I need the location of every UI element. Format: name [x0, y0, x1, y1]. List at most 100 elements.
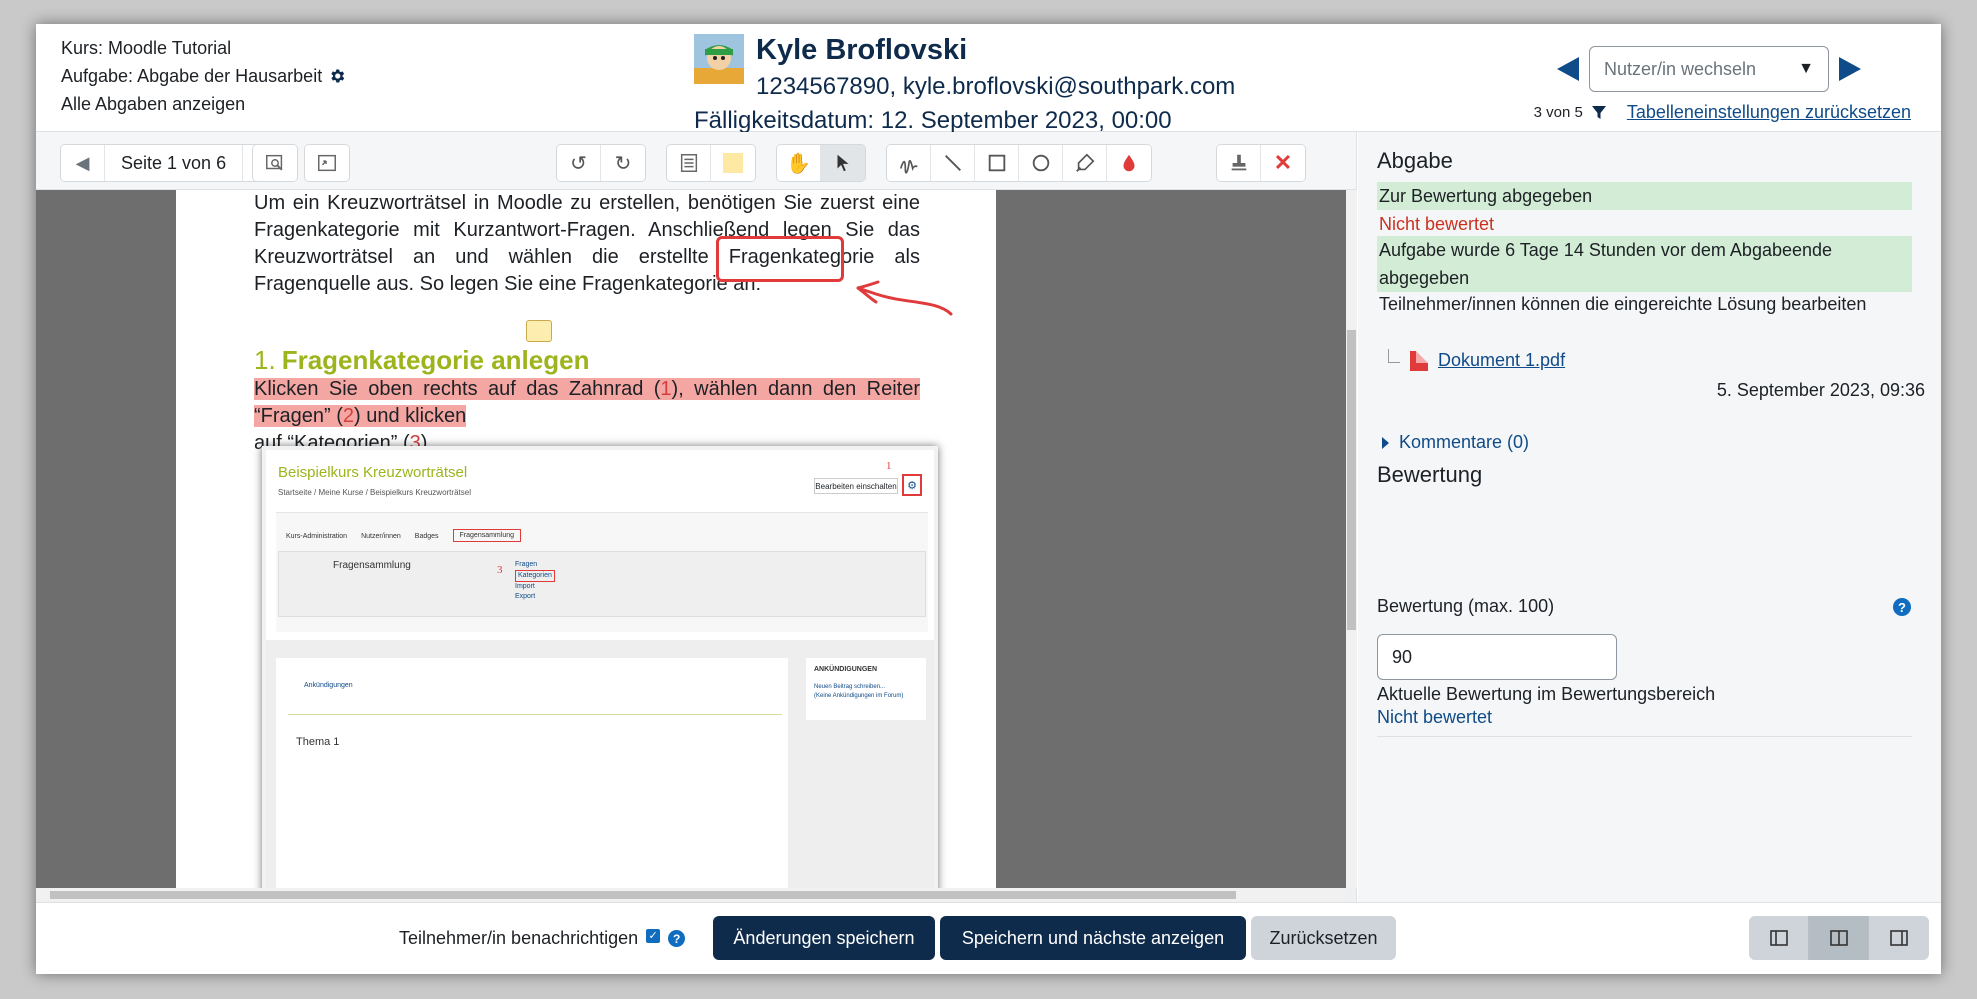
- select-button[interactable]: [821, 145, 865, 181]
- assignment-link[interactable]: Aufgabe: Abgabe der Hausarbeit: [61, 62, 322, 90]
- annotation-toolbar: ◀ Seite 1 von 6 ▶ ↺ ↻: [36, 132, 1356, 190]
- pdf-canvas[interactable]: Um ein Kreuzworträtsel in Moodle zu erst…: [36, 190, 1346, 888]
- help-icon[interactable]: ?: [668, 930, 686, 947]
- screenshot-thema: Thema 1: [296, 736, 340, 748]
- delete-annotation-button[interactable]: ✕: [1261, 145, 1305, 181]
- annotation-rectangle[interactable]: [716, 236, 844, 282]
- screenshot-fragensammlung: Fragensammlung: [333, 560, 411, 571]
- screenshot-side-line: Neuen Beitrag schreiben...: [814, 684, 886, 690]
- course-link[interactable]: Kurs: Moodle Tutorial: [61, 34, 231, 62]
- vertical-scrollbar[interactable]: [1346, 190, 1357, 888]
- oval-icon: [1032, 154, 1049, 172]
- user-switch-select[interactable]: Nutzer/in wechseln ▼: [1589, 46, 1829, 92]
- comments-toggle[interactable]: Kommentare (0): [1382, 432, 1529, 453]
- horizontal-scroll-thumb[interactable]: [50, 891, 1236, 899]
- previous-user-icon[interactable]: [1557, 57, 1579, 81]
- step-number: 1: [660, 378, 672, 400]
- text-part: Klicken Sie oben rechts auf das Zahnrad …: [254, 378, 661, 400]
- caret-down-icon: ▼: [1798, 60, 1814, 77]
- grade-input[interactable]: [1377, 634, 1617, 680]
- line-button[interactable]: [931, 145, 975, 181]
- table-settings-row: 3 von 5 Tabelleneinstellungen zurücksetz…: [1534, 102, 1911, 123]
- screenshot-link-selected: Kategorien: [515, 570, 555, 582]
- submitted-file-link[interactable]: Dokument 1.pdf: [1438, 350, 1565, 371]
- screenshot-side-text: Neuen Beitrag schreiben... (Keine Ankünd…: [814, 683, 918, 701]
- comment-annotation-icon[interactable]: [526, 320, 552, 342]
- gear-icon[interactable]: [328, 67, 346, 85]
- oval-button[interactable]: [1019, 145, 1063, 181]
- filter-icon[interactable]: [1591, 105, 1607, 121]
- rotate-left-button[interactable]: ↺: [557, 145, 601, 181]
- expand-comments-button[interactable]: [305, 145, 349, 181]
- layout-toggle-group: [1749, 916, 1929, 960]
- line-icon: [944, 155, 961, 171]
- highlight-button[interactable]: [1063, 145, 1107, 181]
- rotate-left-icon: ↺: [570, 152, 587, 175]
- rectangle-button[interactable]: [975, 145, 1019, 181]
- current-grade-label: Aktuelle Bewertung im Bewertungsbereich: [1377, 684, 1716, 704]
- screenshot-divider: [288, 714, 782, 715]
- help-icon[interactable]: ?: [1893, 598, 1911, 616]
- user-name[interactable]: Kyle Broflovski: [756, 34, 967, 67]
- screenshot-tab: Nutzer/innen: [361, 533, 401, 540]
- search-comments-button[interactable]: [253, 145, 297, 181]
- highlighted-text[interactable]: Klicken Sie oben rechts auf das Zahnrad …: [254, 378, 920, 427]
- user-contact: 1234567890, kyle.broflovski@southpark.co…: [756, 73, 1236, 100]
- save-changes-button[interactable]: Änderungen speichern: [713, 916, 935, 960]
- screenshot-tab: Badges: [414, 533, 439, 540]
- rotate-right-button[interactable]: ↻: [601, 145, 645, 181]
- submitted-file: Dokument 1.pdf: [1388, 348, 1565, 371]
- stamp-icon: [1231, 154, 1246, 171]
- horizontal-scrollbar[interactable]: [36, 888, 1346, 902]
- reset-table-settings-link[interactable]: Tabelleneinstellungen zurücksetzen: [1627, 102, 1911, 123]
- embedded-screenshot: Beispielkurs Kreuzworträtsel Startseite …: [262, 446, 938, 888]
- user-count: 3 von 5: [1533, 104, 1583, 121]
- reset-button[interactable]: Zurücksetzen: [1251, 916, 1396, 960]
- notify-label: Teilnehmer/in benachrichtigen: [399, 928, 639, 948]
- layout-collapse-review-button[interactable]: [1749, 916, 1809, 960]
- save-and-next-button[interactable]: Speichern und nächste anzeigen: [940, 916, 1246, 960]
- pen-button[interactable]: [887, 145, 931, 181]
- layout-default-button[interactable]: [1809, 916, 1869, 960]
- caret-right-icon: [1382, 436, 1389, 449]
- submission-status: Zur Bewertung abgegeben: [1377, 182, 1912, 210]
- stamp-button[interactable]: [1217, 145, 1261, 181]
- rotate-right-icon: ↻: [614, 152, 632, 175]
- notify-students-row: Teilnehmer/in benachrichtigen ✓ ?: [399, 928, 686, 949]
- screenshot-course-title: Beispielkurs Kreuzworträtsel: [278, 464, 468, 481]
- panel-left-icon: [1769, 930, 1788, 946]
- submission-heading: Abgabe: [1377, 148, 1453, 173]
- section-number: 1.: [254, 345, 276, 375]
- user-switcher: Nutzer/in wechseln ▼: [1557, 46, 1861, 92]
- screenshot-link: Fragen: [515, 561, 538, 568]
- screenshot-breadcrumb: Startseite / Meine Kurse / Beispielkurs …: [278, 488, 471, 497]
- grader-window: Kurs: Moodle Tutorial Aufgabe: Abgabe de…: [36, 24, 1941, 974]
- annotation-color-button[interactable]: [1107, 145, 1151, 181]
- pan-button[interactable]: ✋: [777, 145, 821, 181]
- next-user-icon[interactable]: [1839, 57, 1861, 81]
- view-all-submissions-link[interactable]: Alle Abgaben anzeigen: [61, 90, 245, 118]
- page-select[interactable]: Seite 1 von 6: [105, 145, 244, 181]
- layout-collapse-grade-button[interactable]: [1869, 916, 1929, 960]
- previous-page-button[interactable]: ◀: [61, 145, 105, 181]
- screenshot-main-block: Ankündigungen Thema 1: [276, 658, 788, 888]
- vertical-scroll-thumb[interactable]: [1347, 330, 1356, 630]
- screenshot-panel: Fragensammlung 3 Fragen Kategorien Impor…: [278, 551, 926, 617]
- comment-color-button[interactable]: [711, 145, 755, 181]
- close-icon: ✕: [1273, 150, 1293, 175]
- step-number: 2: [342, 405, 355, 427]
- annotation-arrow[interactable]: [836, 270, 956, 330]
- user-switch-placeholder: Nutzer/in wechseln: [1604, 58, 1757, 79]
- drawing-tools-group: [886, 144, 1152, 182]
- file-date: 5. September 2023, 09:36: [1716, 380, 1925, 400]
- notify-checkbox[interactable]: ✓: [646, 928, 661, 943]
- screenshot-gear-icon: ⚙: [902, 474, 922, 496]
- grading-heading: Bewertung: [1377, 462, 1483, 487]
- comment-button[interactable]: [667, 145, 711, 181]
- expand-group: [304, 144, 350, 182]
- avatar: [694, 34, 744, 84]
- pen-scribble-icon: [899, 159, 918, 174]
- pan-select-group: ✋: [776, 144, 866, 182]
- tree-connector: [1388, 348, 1400, 363]
- text-part: ) und klicken: [354, 405, 467, 427]
